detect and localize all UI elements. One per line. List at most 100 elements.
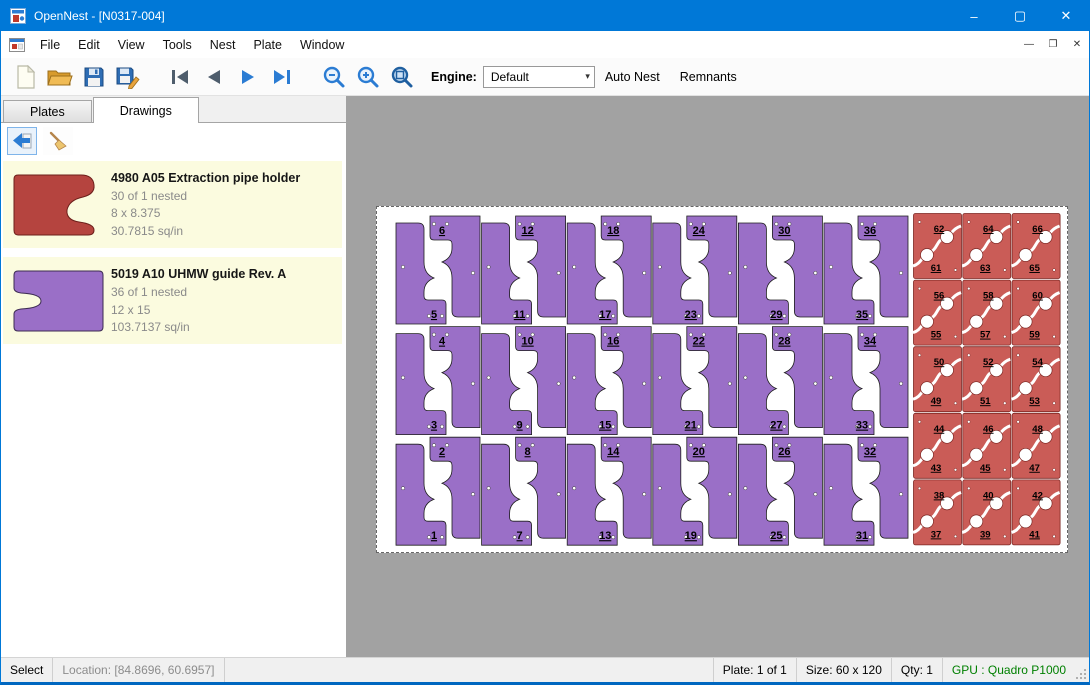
nested-part-pair[interactable]: 65 [396,216,480,324]
drill-hole [658,265,661,268]
nested-part-pair[interactable]: 5453 [1012,347,1061,412]
next-plate-button[interactable] [233,62,263,92]
drill-hole [918,354,921,357]
nested-part-pair[interactable]: 5655 [913,280,962,345]
clear-drawings-button[interactable] [43,127,73,155]
drill-hole [531,444,534,447]
nested-part-pair[interactable]: 38 37 [913,480,962,545]
nested-part-pair[interactable]: 1211 [482,216,566,324]
zoom-fit-button[interactable] [387,62,417,92]
drill-hole [918,287,921,290]
pipe-hole [1019,249,1032,262]
engine-label: Engine: [431,70,477,84]
menu-window[interactable]: Window [291,31,353,58]
save-button[interactable] [79,62,109,92]
tab-plates[interactable]: Plates [3,100,92,122]
remnants-button[interactable]: Remnants [670,64,747,90]
resize-grip[interactable] [1075,658,1089,682]
part-number-label: 37 [931,529,942,540]
open-button[interactable] [45,62,75,92]
menu-nest[interactable]: Nest [201,31,245,58]
part-number-label: 55 [931,330,942,341]
nested-part-pair[interactable]: 5049 [913,347,962,412]
import-drawing-button[interactable] [7,127,37,155]
part-number-label: 10 [521,336,533,348]
zoom-out-button[interactable] [319,62,349,92]
drill-hole [573,376,576,379]
mdi-document-icon[interactable] [9,38,25,52]
drill-hole [1003,335,1006,338]
previous-plate-button[interactable] [199,62,229,92]
zoom-in-button[interactable] [353,62,383,92]
part-number-label: 38 [934,490,945,501]
first-plate-button[interactable] [165,62,195,92]
maximize-button[interactable]: ▢ [997,1,1043,31]
save-as-button[interactable] [113,62,143,92]
engine-select[interactable]: Default ▾ [483,66,595,88]
menu-view[interactable]: View [109,31,154,58]
mdi-restore-button[interactable]: ❐ [1041,34,1065,56]
nest-canvas[interactable]: 6512111817242330293635431091615222128273… [346,96,1089,657]
drill-hole [643,271,646,274]
drill-hole [697,314,700,317]
nested-part-pair[interactable]: 4039 [962,480,1011,545]
part-number-label: 53 [1029,396,1040,407]
pipe-hole [1019,515,1032,528]
drill-hole [868,536,871,539]
drill-hole [573,265,576,268]
menu-tools[interactable]: Tools [154,31,201,58]
auto-nest-button[interactable]: Auto Nest [595,64,670,90]
drill-hole [744,265,747,268]
part-number-label: 18 [607,225,619,237]
nested-part-pair[interactable]: 5857 [962,280,1011,345]
nested-part-pair[interactable]: 4241 [1012,480,1061,545]
menu-edit[interactable]: Edit [69,31,109,58]
menu-plate[interactable]: Plate [244,31,291,58]
nested-part-pair[interactable]: 3433 [824,327,908,435]
list-item[interactable]: 4980 A05 Extraction pipe holder 30 of 1 … [3,161,342,248]
nested-part-pair[interactable]: 21 [396,437,480,545]
nested-part-pair[interactable]: 1615 [567,327,651,435]
mdi-close-button[interactable]: ✕ [1065,34,1089,56]
mdi-minimize-button[interactable]: — [1017,34,1041,56]
nested-part-pair[interactable]: 6463 [962,214,1011,279]
nested-part-pair[interactable]: 2625 [738,437,822,545]
tab-drawings[interactable]: Drawings [93,97,199,123]
nested-part-pair[interactable]: 4443 [913,413,962,478]
nested-part-pair[interactable]: 3635 [824,216,908,324]
nested-part-pair[interactable]: 2019 [653,437,737,545]
nested-part-pair[interactable]: 43 [396,327,480,435]
drill-hole [814,382,817,385]
nested-part-pair[interactable]: 2827 [738,327,822,435]
nested-part-pair[interactable]: 4847 [1012,413,1061,478]
nested-part-pair[interactable]: 1817 [567,216,651,324]
nested-part-pair[interactable]: 1413 [567,437,651,545]
minimize-button[interactable]: – [951,1,997,31]
nested-part-pair[interactable]: 3231 [824,437,908,545]
menu-file[interactable]: File [31,31,69,58]
drill-hole [573,487,576,490]
nested-part-pair[interactable]: 5251 [962,347,1011,412]
nested-part-pair[interactable]: 6261 [913,214,962,279]
close-button[interactable]: ✕ [1043,1,1089,31]
main-toolbar: Engine: Default ▾ Auto Nest Remnants [1,58,1089,96]
nested-part-pair[interactable]: 6059 [1012,280,1061,345]
drawings-toolbar [1,123,346,159]
nested-part-pair[interactable]: 2423 [653,216,737,324]
nested-part-pair[interactable]: 109 [482,327,566,435]
part-number-label: 27 [770,420,782,432]
app-window: OpenNest - [N0317-004] – ▢ ✕ File Edit V… [0,0,1090,685]
last-plate-button[interactable] [267,62,297,92]
nested-part-pair[interactable]: 2221 [653,327,737,435]
plate[interactable]: 6512111817242330293635431091615222128273… [376,206,1068,553]
part-number-label: 49 [931,396,942,407]
drill-hole [440,314,443,317]
nested-part-pair[interactable]: 4645 [962,413,1011,478]
new-button[interactable] [11,62,41,92]
nested-part-pair[interactable]: 6665 [1012,214,1061,279]
import-arrow-icon [11,132,33,150]
nested-part-pair[interactable]: 3029 [738,216,822,324]
list-item[interactable]: 5019 A10 UHMW guide Rev. A 36 of 1 neste… [3,257,342,344]
last-plate-icon [271,69,293,85]
nested-part-pair[interactable]: 87 [482,437,566,545]
